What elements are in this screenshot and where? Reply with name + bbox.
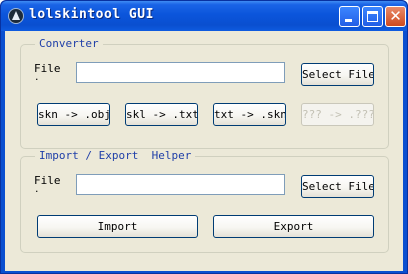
app-icon[interactable] [8,8,24,24]
converter-legend: Converter [35,37,103,51]
export-button[interactable]: Export [213,215,374,238]
helper-select-file-button[interactable]: Select File [301,175,374,198]
skn-to-obj-button[interactable]: skn -> .obj [37,103,110,126]
window-title: lolskintool GUI [29,7,154,22]
maximize-icon [367,11,378,22]
converter-select-file-button[interactable]: Select File [301,63,374,86]
helper-file-input[interactable] [76,174,285,195]
app-window: lolskintool GUI ✕ Converter File . Selec… [0,0,408,274]
close-icon: ✕ [389,7,402,25]
converter-group: Converter [20,37,389,149]
client-area: Converter File . Select File skn -> .obj… [5,31,403,271]
maximize-button[interactable] [362,6,383,27]
import-button[interactable]: Import [37,215,198,238]
import-export-legend: Import / Export Helper [35,149,196,163]
txt-to-skn-button[interactable]: txt -> .skn [213,103,286,126]
converter-file-label-dot: . [35,70,39,83]
close-button[interactable]: ✕ [385,6,406,27]
import-export-group: Import / Export Helper [20,149,389,253]
skl-to-txt-button[interactable]: skl -> .txt [125,103,198,126]
unknown-convert-button[interactable]: ??? -> .??? [301,103,374,126]
minimize-button[interactable] [339,6,360,27]
minimize-icon [345,19,352,22]
converter-file-input[interactable] [76,62,285,83]
title-bar[interactable]: lolskintool GUI ✕ [1,1,407,31]
helper-file-label-dot: . [35,182,39,195]
